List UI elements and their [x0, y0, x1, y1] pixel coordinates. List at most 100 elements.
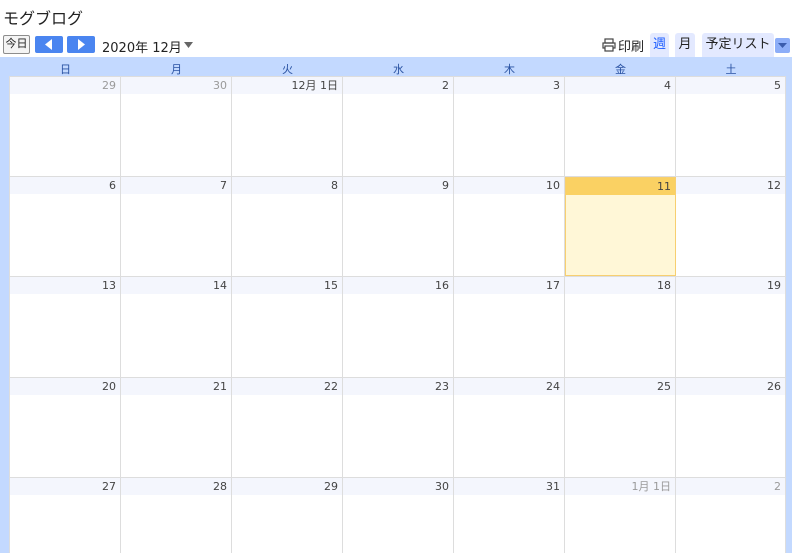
day-cell[interactable]: 22	[232, 378, 343, 477]
triangle-left-icon	[45, 39, 52, 50]
day-cell[interactable]: 29	[232, 478, 343, 553]
day-number[interactable]: 2	[343, 77, 453, 94]
day-cell[interactable]: 26	[676, 378, 786, 477]
day-cell[interactable]: 23	[343, 378, 454, 477]
day-cell[interactable]: 31	[454, 478, 565, 553]
week-row: 20 21 22 23 24 25 26	[10, 377, 786, 477]
day-number[interactable]: 26	[676, 378, 785, 395]
day-number[interactable]: 5	[676, 77, 785, 94]
day-cell[interactable]: 14	[121, 277, 232, 377]
day-number[interactable]: 4	[565, 77, 675, 94]
day-number[interactable]: 30	[343, 478, 453, 495]
day-cell[interactable]: 15	[232, 277, 343, 377]
day-number[interactable]: 25	[565, 378, 675, 395]
day-cell[interactable]: 4	[565, 77, 676, 176]
weekday-label: 土	[725, 63, 737, 76]
day-cell[interactable]: 19	[676, 277, 786, 377]
day-number[interactable]: 22	[232, 378, 342, 395]
day-cell[interactable]: 20	[10, 378, 121, 477]
day-cell[interactable]: 21	[121, 378, 232, 477]
day-number[interactable]: 29	[232, 478, 342, 495]
day-number[interactable]: 7	[121, 177, 231, 194]
weekday-label: 水	[393, 63, 404, 76]
week-row: 27 28 29 30 31 1月 1日 2	[10, 477, 786, 553]
day-number[interactable]: 31	[454, 478, 564, 495]
today-button[interactable]: 今日	[3, 35, 30, 54]
day-number[interactable]: 8	[232, 177, 342, 194]
tab-agenda[interactable]: 予定リスト	[702, 33, 774, 57]
day-cell[interactable]: 2	[676, 478, 786, 553]
day-number[interactable]: 12月 1日	[232, 77, 342, 94]
day-cell[interactable]: 12	[676, 177, 786, 276]
week-row: 6 7 8 9 10 11 12	[10, 176, 786, 276]
view-menu-button[interactable]	[775, 38, 790, 53]
weekday-label: 月	[171, 63, 182, 76]
tab-month[interactable]: 月	[675, 33, 695, 57]
weekday-label: 金	[615, 63, 626, 76]
day-number[interactable]: 18	[565, 277, 675, 294]
day-cell[interactable]: 18	[565, 277, 676, 377]
day-number[interactable]: 3	[454, 77, 564, 94]
date-range-label[interactable]: 2020年 12月	[102, 37, 182, 56]
day-number[interactable]: 6	[10, 177, 120, 194]
day-number[interactable]: 2	[676, 478, 785, 495]
next-button[interactable]	[67, 36, 95, 53]
day-cell[interactable]: 13	[10, 277, 121, 377]
prev-button[interactable]	[35, 36, 63, 53]
day-cell[interactable]: 27	[10, 478, 121, 553]
day-cell[interactable]: 12月 1日	[232, 77, 343, 176]
day-number[interactable]: 10	[454, 177, 564, 194]
day-cell[interactable]: 29	[10, 77, 121, 176]
day-cell[interactable]: 30	[343, 478, 454, 553]
print-label: 印刷	[618, 40, 645, 55]
day-cell[interactable]: 5	[676, 77, 786, 176]
day-cell[interactable]: 8	[232, 177, 343, 276]
calendar-toolbar: 今日 2020年 12月 印刷 週 月 予定リスト	[0, 33, 800, 57]
month-calendar: 日月火水木金土 29 30 12月 1日 2 3 4 5 6 7 8 9 10 11 12 13 14 15 16…	[0, 57, 792, 553]
day-cell[interactable]: 2	[343, 77, 454, 176]
triangle-right-icon	[78, 39, 85, 50]
weekday-label: 日	[60, 63, 71, 76]
day-cell[interactable]: 9	[343, 177, 454, 276]
day-number[interactable]: 24	[454, 378, 564, 395]
day-cell-today[interactable]: 11	[565, 177, 676, 276]
day-cell[interactable]: 10	[454, 177, 565, 276]
day-number[interactable]: 1月 1日	[565, 478, 675, 495]
tab-week[interactable]: 週	[650, 33, 669, 57]
day-cell[interactable]: 7	[121, 177, 232, 276]
day-number[interactable]: 9	[343, 177, 453, 194]
day-cell[interactable]: 1月 1日	[565, 478, 676, 553]
day-cell[interactable]: 25	[565, 378, 676, 477]
day-number[interactable]: 17	[454, 277, 564, 294]
page-title: モグブログ	[3, 9, 84, 28]
day-number[interactable]: 23	[343, 378, 453, 395]
day-number[interactable]: 16	[343, 277, 453, 294]
day-number[interactable]: 20	[10, 378, 120, 395]
day-number[interactable]: 11	[566, 178, 675, 195]
chevron-down-icon[interactable]	[184, 42, 193, 48]
day-number[interactable]: 27	[10, 478, 120, 495]
day-number[interactable]: 15	[232, 277, 342, 294]
day-cell[interactable]: 30	[121, 77, 232, 176]
week-row: 13 14 15 16 17 18 19	[10, 276, 786, 377]
day-number[interactable]: 19	[676, 277, 785, 294]
chevron-down-icon	[778, 43, 787, 48]
day-cell[interactable]: 6	[10, 177, 121, 276]
day-number[interactable]: 28	[121, 478, 231, 495]
day-number[interactable]: 12	[676, 177, 785, 194]
day-cell[interactable]: 28	[121, 478, 232, 553]
printer-icon	[602, 38, 616, 52]
day-number[interactable]: 21	[121, 378, 231, 395]
month-grid: 29 30 12月 1日 2 3 4 5 6 7 8 9 10 11 12 13 14 15 16 17 18 19 20…	[9, 76, 786, 553]
week-row: 29 30 12月 1日 2 3 4 5	[10, 76, 786, 176]
day-number[interactable]: 30	[121, 77, 231, 94]
weekday-label: 木	[504, 63, 515, 76]
day-cell[interactable]: 3	[454, 77, 565, 176]
day-cell[interactable]: 24	[454, 378, 565, 477]
day-number[interactable]: 29	[10, 77, 120, 94]
day-cell[interactable]: 17	[454, 277, 565, 377]
day-number[interactable]: 14	[121, 277, 231, 294]
day-cell[interactable]: 16	[343, 277, 454, 377]
weekday-header: 日月火水木金土	[10, 61, 786, 77]
day-number[interactable]: 13	[10, 277, 120, 294]
